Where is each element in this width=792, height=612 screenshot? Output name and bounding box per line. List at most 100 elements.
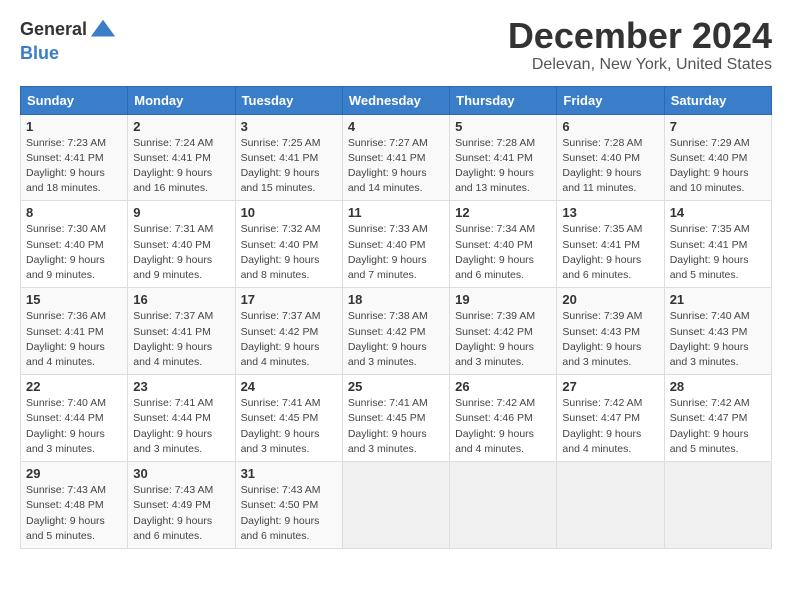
day-number: 1 [26,119,122,134]
title-block: December 2024 Delevan, New York, United … [508,16,772,74]
logo-icon [89,16,117,44]
day-number: 20 [562,292,658,307]
day-detail: Sunrise: 7:32 AMSunset: 4:40 PMDaylight:… [241,223,321,281]
day-detail: Sunrise: 7:38 AMSunset: 4:42 PMDaylight:… [348,310,428,368]
calendar-week-5: 29 Sunrise: 7:43 AMSunset: 4:48 PMDaylig… [21,462,772,549]
day-detail: Sunrise: 7:41 AMSunset: 4:45 PMDaylight:… [241,397,321,455]
calendar-cell: 14 Sunrise: 7:35 AMSunset: 4:41 PMDaylig… [664,201,771,288]
day-number: 23 [133,379,229,394]
day-detail: Sunrise: 7:42 AMSunset: 4:47 PMDaylight:… [670,397,750,455]
day-number: 31 [241,466,337,481]
day-detail: Sunrise: 7:28 AMSunset: 4:40 PMDaylight:… [562,137,642,195]
day-number: 11 [348,205,444,220]
calendar-cell: 11 Sunrise: 7:33 AMSunset: 4:40 PMDaylig… [342,201,449,288]
calendar-cell: 12 Sunrise: 7:34 AMSunset: 4:40 PMDaylig… [450,201,557,288]
calendar-cell [342,462,449,549]
calendar-cell: 3 Sunrise: 7:25 AMSunset: 4:41 PMDayligh… [235,114,342,201]
calendar-cell: 2 Sunrise: 7:24 AMSunset: 4:41 PMDayligh… [128,114,235,201]
day-number: 6 [562,119,658,134]
day-detail: Sunrise: 7:25 AMSunset: 4:41 PMDaylight:… [241,137,321,195]
header-thursday: Thursday [450,86,557,114]
calendar-cell: 18 Sunrise: 7:38 AMSunset: 4:42 PMDaylig… [342,288,449,375]
day-number: 14 [670,205,766,220]
header-friday: Friday [557,86,664,114]
calendar-cell: 7 Sunrise: 7:29 AMSunset: 4:40 PMDayligh… [664,114,771,201]
calendar-cell: 13 Sunrise: 7:35 AMSunset: 4:41 PMDaylig… [557,201,664,288]
day-detail: Sunrise: 7:29 AMSunset: 4:40 PMDaylight:… [670,137,750,195]
calendar-cell: 23 Sunrise: 7:41 AMSunset: 4:44 PMDaylig… [128,375,235,462]
day-detail: Sunrise: 7:39 AMSunset: 4:42 PMDaylight:… [455,310,535,368]
calendar-cell: 30 Sunrise: 7:43 AMSunset: 4:49 PMDaylig… [128,462,235,549]
page-header: General Blue December 2024 Delevan, New … [20,16,772,74]
calendar-cell: 16 Sunrise: 7:37 AMSunset: 4:41 PMDaylig… [128,288,235,375]
page-subtitle: Delevan, New York, United States [508,56,772,74]
day-detail: Sunrise: 7:42 AMSunset: 4:47 PMDaylight:… [562,397,642,455]
calendar-cell [450,462,557,549]
day-number: 13 [562,205,658,220]
calendar-cell: 10 Sunrise: 7:32 AMSunset: 4:40 PMDaylig… [235,201,342,288]
logo: General Blue [20,16,117,64]
day-number: 25 [348,379,444,394]
day-detail: Sunrise: 7:37 AMSunset: 4:41 PMDaylight:… [133,310,213,368]
day-detail: Sunrise: 7:41 AMSunset: 4:44 PMDaylight:… [133,397,213,455]
day-detail: Sunrise: 7:37 AMSunset: 4:42 PMDaylight:… [241,310,321,368]
calendar-cell: 28 Sunrise: 7:42 AMSunset: 4:47 PMDaylig… [664,375,771,462]
calendar-cell: 26 Sunrise: 7:42 AMSunset: 4:46 PMDaylig… [450,375,557,462]
day-number: 8 [26,205,122,220]
day-detail: Sunrise: 7:23 AMSunset: 4:41 PMDaylight:… [26,137,106,195]
day-number: 24 [241,379,337,394]
calendar-cell: 29 Sunrise: 7:43 AMSunset: 4:48 PMDaylig… [21,462,128,549]
day-number: 18 [348,292,444,307]
calendar-cell: 20 Sunrise: 7:39 AMSunset: 4:43 PMDaylig… [557,288,664,375]
day-detail: Sunrise: 7:42 AMSunset: 4:46 PMDaylight:… [455,397,535,455]
calendar-cell: 21 Sunrise: 7:40 AMSunset: 4:43 PMDaylig… [664,288,771,375]
day-number: 4 [348,119,444,134]
calendar-cell: 31 Sunrise: 7:43 AMSunset: 4:50 PMDaylig… [235,462,342,549]
calendar-header-row: Sunday Monday Tuesday Wednesday Thursday… [21,86,772,114]
calendar-week-1: 1 Sunrise: 7:23 AMSunset: 4:41 PMDayligh… [21,114,772,201]
calendar-cell: 27 Sunrise: 7:42 AMSunset: 4:47 PMDaylig… [557,375,664,462]
day-number: 28 [670,379,766,394]
calendar-cell: 5 Sunrise: 7:28 AMSunset: 4:41 PMDayligh… [450,114,557,201]
day-number: 26 [455,379,551,394]
day-detail: Sunrise: 7:41 AMSunset: 4:45 PMDaylight:… [348,397,428,455]
logo-general: General [20,20,87,40]
day-detail: Sunrise: 7:35 AMSunset: 4:41 PMDaylight:… [562,223,642,281]
header-sunday: Sunday [21,86,128,114]
day-number: 22 [26,379,122,394]
calendar-cell: 24 Sunrise: 7:41 AMSunset: 4:45 PMDaylig… [235,375,342,462]
day-number: 12 [455,205,551,220]
day-detail: Sunrise: 7:31 AMSunset: 4:40 PMDaylight:… [133,223,213,281]
day-detail: Sunrise: 7:35 AMSunset: 4:41 PMDaylight:… [670,223,750,281]
calendar-week-2: 8 Sunrise: 7:30 AMSunset: 4:40 PMDayligh… [21,201,772,288]
day-number: 3 [241,119,337,134]
calendar-table: Sunday Monday Tuesday Wednesday Thursday… [20,86,772,549]
header-saturday: Saturday [664,86,771,114]
day-number: 19 [455,292,551,307]
page-title: December 2024 [508,16,772,56]
day-number: 30 [133,466,229,481]
header-monday: Monday [128,86,235,114]
calendar-cell: 8 Sunrise: 7:30 AMSunset: 4:40 PMDayligh… [21,201,128,288]
calendar-cell: 1 Sunrise: 7:23 AMSunset: 4:41 PMDayligh… [21,114,128,201]
calendar-cell: 15 Sunrise: 7:36 AMSunset: 4:41 PMDaylig… [21,288,128,375]
day-number: 21 [670,292,766,307]
day-number: 10 [241,205,337,220]
header-tuesday: Tuesday [235,86,342,114]
day-number: 7 [670,119,766,134]
day-detail: Sunrise: 7:24 AMSunset: 4:41 PMDaylight:… [133,137,213,195]
day-number: 29 [26,466,122,481]
day-number: 17 [241,292,337,307]
calendar-cell: 19 Sunrise: 7:39 AMSunset: 4:42 PMDaylig… [450,288,557,375]
day-detail: Sunrise: 7:43 AMSunset: 4:48 PMDaylight:… [26,484,106,542]
day-detail: Sunrise: 7:27 AMSunset: 4:41 PMDaylight:… [348,137,428,195]
calendar-cell: 22 Sunrise: 7:40 AMSunset: 4:44 PMDaylig… [21,375,128,462]
day-number: 9 [133,205,229,220]
day-number: 15 [26,292,122,307]
day-detail: Sunrise: 7:33 AMSunset: 4:40 PMDaylight:… [348,223,428,281]
day-detail: Sunrise: 7:43 AMSunset: 4:49 PMDaylight:… [133,484,213,542]
day-detail: Sunrise: 7:43 AMSunset: 4:50 PMDaylight:… [241,484,321,542]
calendar-cell: 4 Sunrise: 7:27 AMSunset: 4:41 PMDayligh… [342,114,449,201]
calendar-cell: 6 Sunrise: 7:28 AMSunset: 4:40 PMDayligh… [557,114,664,201]
day-detail: Sunrise: 7:40 AMSunset: 4:43 PMDaylight:… [670,310,750,368]
